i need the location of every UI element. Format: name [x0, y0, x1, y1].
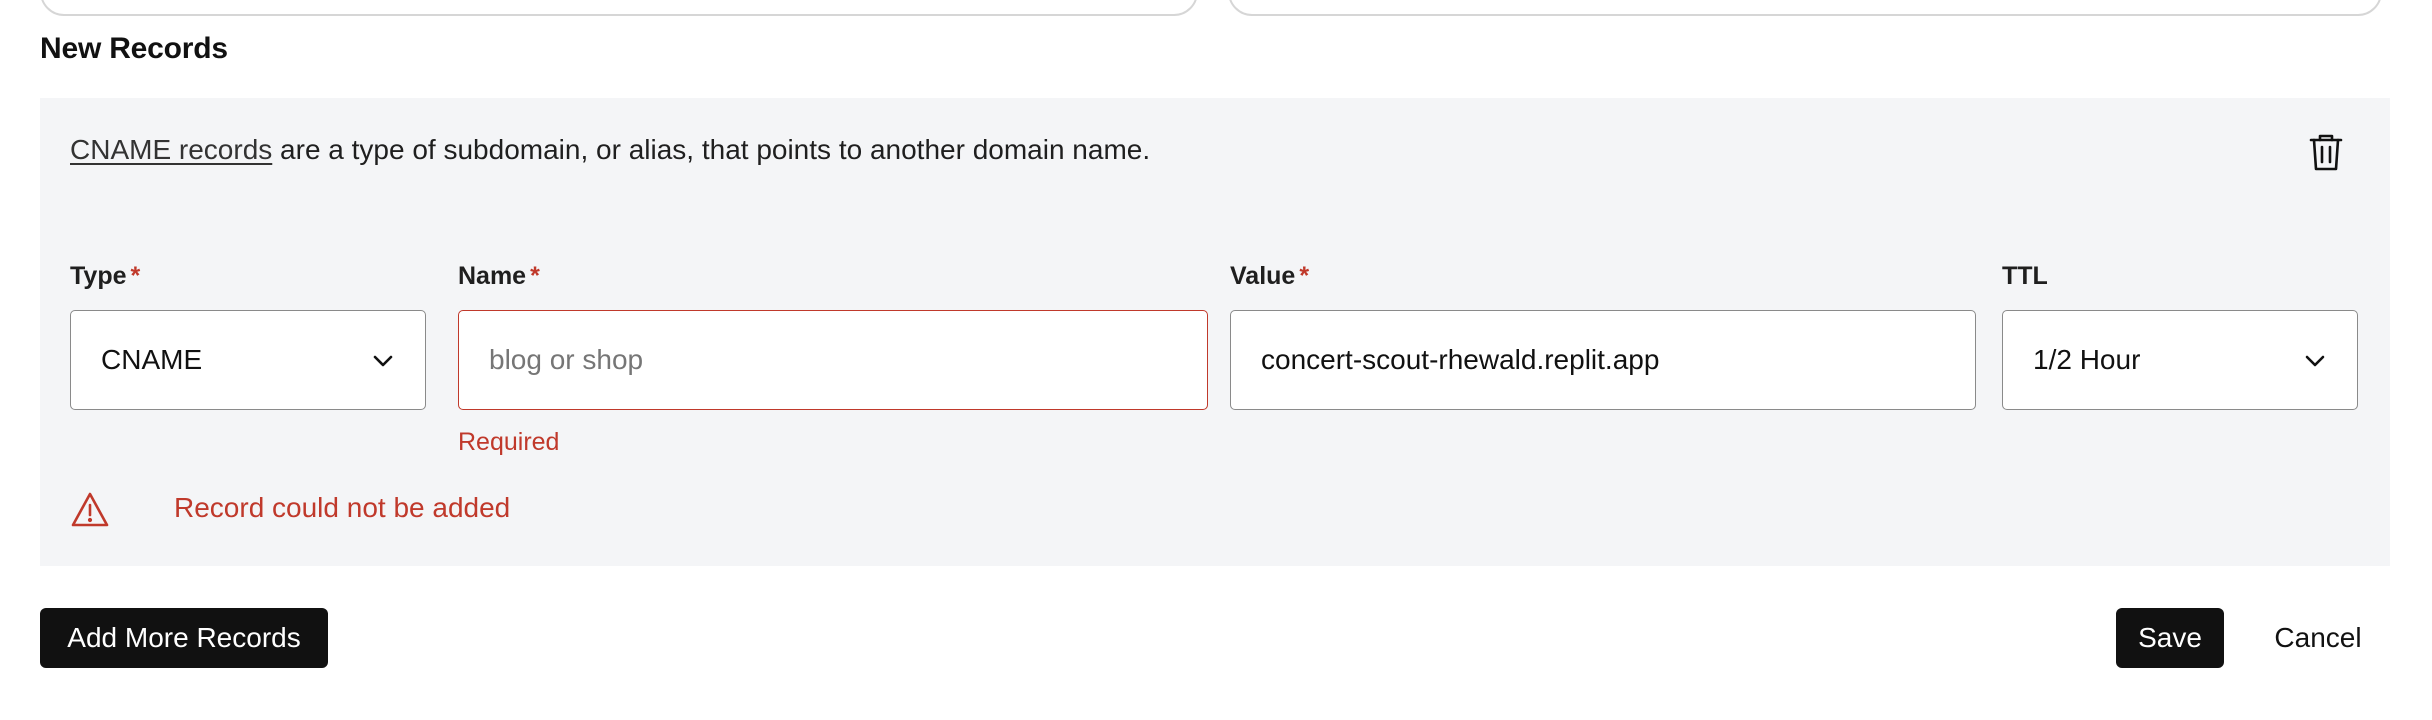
type-label: Type *	[70, 262, 141, 290]
top-right-field[interactable]	[1228, 0, 2382, 16]
required-asterisk: *	[530, 262, 540, 290]
top-left-field[interactable]	[40, 0, 1198, 16]
ttl-select[interactable]: 1/2 Hour	[2002, 310, 2358, 410]
name-input-placeholder: blog or shop	[489, 344, 644, 375]
type-select[interactable]: CNAME	[70, 310, 426, 410]
ttl-label: TTL	[2002, 262, 2048, 290]
value-input[interactable]: concert-scout-rhewald.replit.app	[1230, 310, 1976, 410]
warning-triangle-icon	[71, 492, 109, 527]
record-error-alert: Record could not be added	[70, 488, 510, 532]
record-description: CNAME records are a type of subdomain, o…	[70, 134, 1150, 166]
required-asterisk: *	[130, 262, 141, 290]
trash-icon[interactable]	[2306, 130, 2346, 174]
add-more-records-button[interactable]: Add More Records	[40, 608, 328, 668]
value-label: Value *	[1230, 262, 1310, 290]
new-record-panel: CNAME records are a type of subdomain, o…	[40, 98, 2390, 566]
name-label: Name *	[458, 262, 540, 290]
section-title: New Records	[40, 32, 228, 65]
type-select-value: CNAME	[101, 344, 203, 375]
chevron-down-icon	[2305, 355, 2325, 367]
required-asterisk: *	[1299, 262, 1310, 290]
name-required-error: Required	[458, 428, 560, 456]
ttl-select-value: 1/2 Hour	[2033, 344, 2141, 375]
chevron-down-icon	[373, 355, 393, 367]
cname-records-link[interactable]: CNAME records	[70, 134, 272, 165]
save-button[interactable]: Save	[2116, 608, 2224, 668]
value-input-text: concert-scout-rhewald.replit.app	[1261, 344, 1660, 375]
name-input[interactable]: blog or shop	[458, 310, 1208, 410]
record-error-message: Record could not be added	[174, 492, 511, 523]
cancel-button[interactable]: Cancel	[2258, 608, 2378, 668]
description-text: are a type of subdomain, or alias, that …	[272, 134, 1151, 165]
dns-records-page: New Records CNAME records are a type of …	[0, 0, 2432, 720]
